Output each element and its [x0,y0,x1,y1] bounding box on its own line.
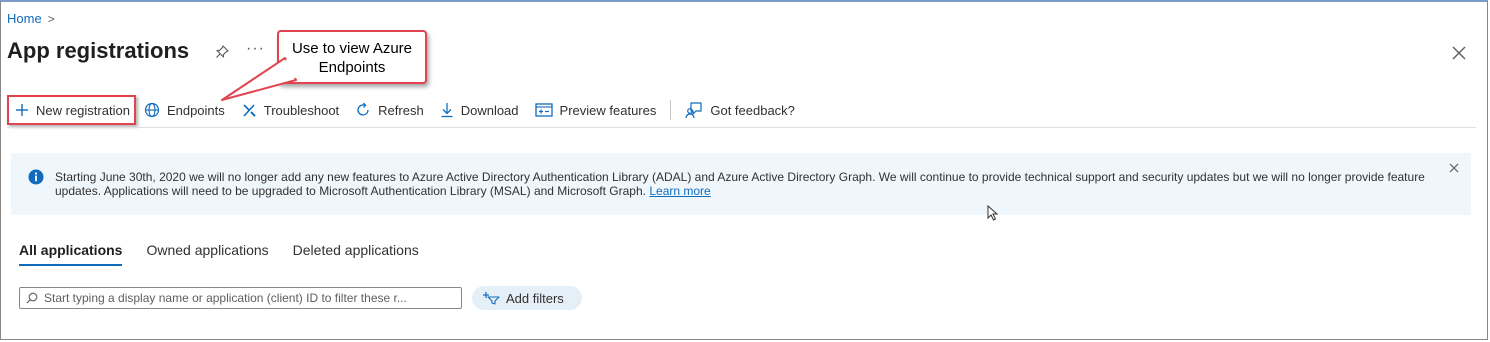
search-icon [26,292,38,304]
annotation-callout: Use to view Azure Endpoints [277,30,427,84]
feedback-icon [685,102,702,119]
page-title: App registrations [7,38,190,63]
search-input[interactable] [44,291,461,305]
plus-icon [16,104,28,116]
endpoints-label: Endpoints [166,102,225,118]
breadcrumb: Home > [7,11,55,26]
preview-features-button[interactable]: Preview features [527,95,665,125]
breadcrumb-home-link[interactable]: Home [7,11,42,26]
search-box [19,287,462,309]
wrench-icon [243,104,256,117]
refresh-icon [357,102,369,116]
troubleshoot-button[interactable]: Troubleshoot [233,95,347,125]
preview-features-label: Preview features [559,102,657,118]
banner-text: Starting June 30th, 2020 we will no long… [55,170,1425,198]
new-registration-button[interactable]: New registration [7,95,136,125]
info-icon [28,169,44,185]
globe-icon [144,102,160,118]
endpoints-button[interactable]: Endpoints [136,95,233,125]
learn-more-link[interactable]: Learn more [649,184,710,198]
feedback-button[interactable]: Got feedback? [677,95,803,125]
info-banner: Starting June 30th, 2020 we will no long… [11,153,1471,215]
preview-icon [534,103,553,117]
toolbar-divider [670,100,672,120]
add-filters-label: Add filters [506,290,564,306]
toolbar-divider-line [7,127,1476,128]
tab-all-applications[interactable]: All applications [19,242,123,266]
more-options-button[interactable]: ··· [246,40,265,58]
close-icon[interactable] [1450,44,1468,62]
pin-icon[interactable] [214,44,230,60]
banner-message: Starting June 30th, 2020 we will no long… [55,170,1435,198]
close-icon[interactable] [1449,163,1459,173]
refresh-label: Refresh [378,102,424,118]
add-filters-button[interactable]: Add filters [472,286,582,310]
new-registration-label: New registration [36,102,130,118]
tab-owned-applications[interactable]: Owned applications [146,242,268,266]
tab-list: All applications Owned applications Dele… [19,242,419,266]
command-bar: New registration Endpoints Troubleshoot … [7,93,803,127]
download-label: Download [460,102,519,118]
troubleshoot-label: Troubleshoot [263,102,340,118]
download-icon [441,103,453,118]
download-button[interactable]: Download [432,95,527,125]
feedback-label: Got feedback? [710,102,795,118]
tab-deleted-applications[interactable]: Deleted applications [293,242,419,266]
refresh-button[interactable]: Refresh [347,95,432,125]
chevron-right-icon: > [47,11,55,26]
add-filter-icon [483,292,500,305]
cursor-icon [987,205,999,221]
